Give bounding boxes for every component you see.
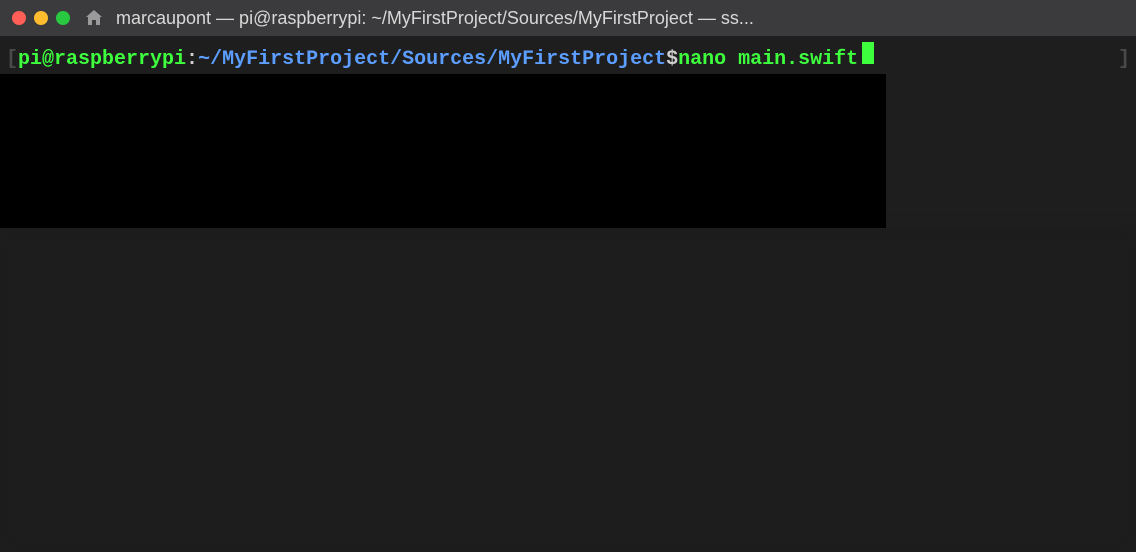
terminal-cursor [862,42,874,64]
prompt-dollar: $ [666,47,678,73]
prompt-path: ~/MyFirstProject/Sources/MyFirstProject [198,47,666,73]
prompt-left-bracket: [ [6,47,18,73]
prompt-right-bracket: ] [1118,47,1130,73]
terminal-dark-region [0,74,886,228]
close-button[interactable] [12,11,26,25]
minimize-button[interactable] [34,11,48,25]
traffic-lights [12,11,70,25]
zoom-button[interactable] [56,11,70,25]
prompt-user-host: pi@raspberrypi [18,47,186,73]
obscured-background [0,228,1136,552]
prompt-line: [ pi@raspberrypi : ~/MyFirstProject/Sour… [6,42,1130,73]
window-title: marcaupont — pi@raspberrypi: ~/MyFirstPr… [116,8,1124,29]
window-titlebar: marcaupont — pi@raspberrypi: ~/MyFirstPr… [0,0,1136,36]
prompt-colon: : [186,47,198,73]
terminal-content[interactable]: [ pi@raspberrypi : ~/MyFirstProject/Sour… [0,36,1136,552]
prompt-command: nano main.swift [678,47,858,73]
home-icon [84,8,104,28]
